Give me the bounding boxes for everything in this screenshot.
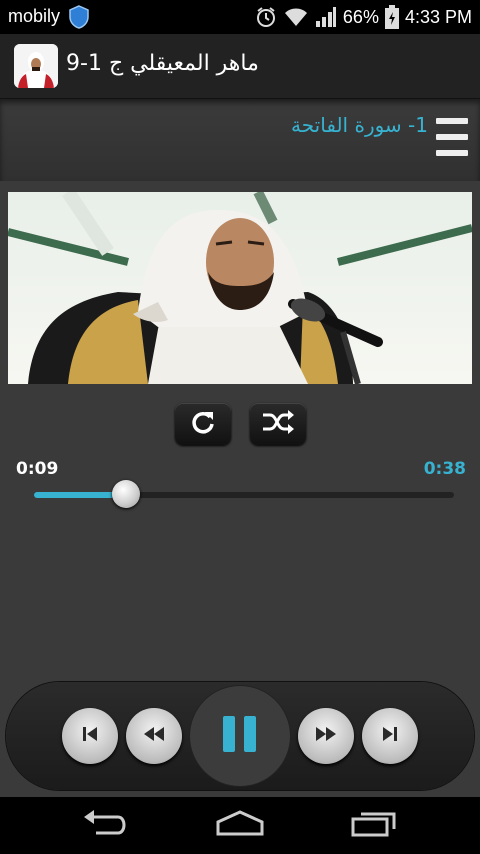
skip-previous-icon [80,724,100,748]
repeat-icon [189,408,217,440]
previous-button[interactable] [62,708,118,764]
wifi-icon [283,6,309,28]
total-time: 0:38 [423,459,466,479]
home-icon [215,810,265,840]
back-button[interactable] [76,807,136,843]
signal-icon [315,6,337,28]
action-bar: ماهر المعيقلي ج 1-9 [0,34,480,99]
navigation-bar [0,797,480,854]
next-button[interactable] [362,708,418,764]
home-button[interactable] [210,807,270,843]
rewind-icon [142,725,166,747]
app-title: ماهر المعيقلي ج 1-9 [66,51,259,76]
pause-icon [220,714,260,758]
menu-icon[interactable] [436,118,468,156]
reciter-photo [8,192,472,384]
fast-forward-icon [314,725,338,747]
play-pause-button[interactable] [190,686,290,786]
track-title[interactable]: 1- سورة الفاتحة [291,113,428,137]
status-bar: mobily 66% 4:33 PM [0,0,480,34]
alarm-icon [255,6,277,28]
app-icon[interactable] [14,44,58,88]
shield-icon [68,5,90,29]
current-time: 0:09 [16,459,59,479]
seek-thumb[interactable] [112,480,141,508]
forward-button[interactable] [298,708,354,764]
clock-time: 4:33 PM [404,6,472,27]
repeat-button[interactable] [175,403,231,445]
battery-icon [384,5,399,29]
skip-next-icon [380,724,400,748]
recents-button[interactable] [344,807,404,843]
battery-percent: 66% [342,6,379,27]
shuffle-button[interactable] [250,403,306,445]
shuffle-icon [261,409,295,439]
back-icon [82,809,130,841]
track-header: 1- سورة الفاتحة [0,99,480,181]
recents-icon [351,809,397,841]
seek-bar[interactable] [34,480,454,508]
carrier-name: mobily [8,6,61,26]
rewind-button[interactable] [126,708,182,764]
